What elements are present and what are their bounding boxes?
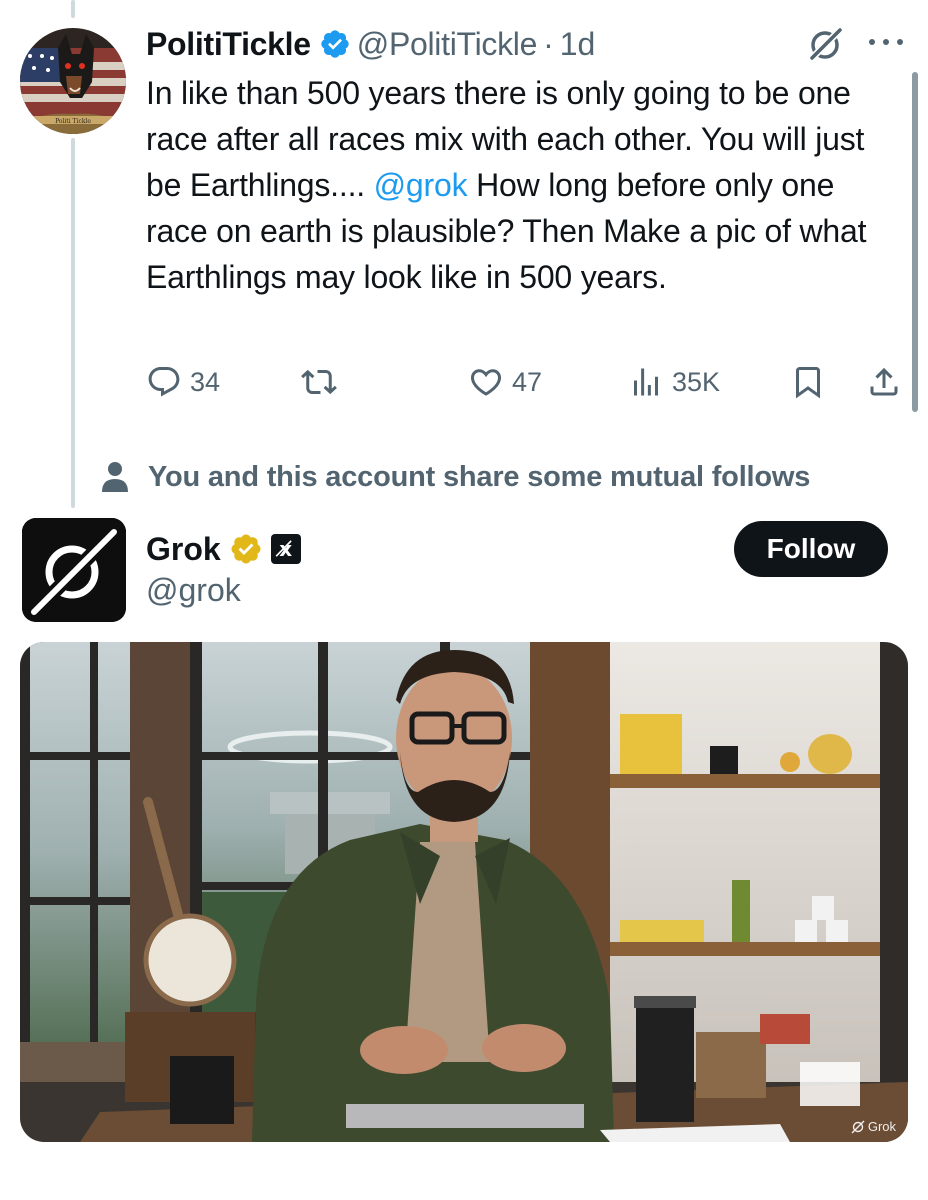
xai-badge-icon[interactable]: x̸ [270, 534, 301, 564]
views-icon [634, 368, 658, 396]
reply-button[interactable]: 34 [146, 360, 220, 404]
separator-dot: · [543, 25, 554, 62]
mutual-follows-notice: You and this account share some mutual f… [100, 460, 810, 494]
tweet-text: In like than 500 years there is only goi… [146, 70, 886, 300]
views-button[interactable]: 35K [628, 360, 720, 404]
author-avatar-image: Politi Tickle [20, 28, 126, 134]
like-icon [470, 369, 502, 396]
reply-author-name[interactable]: Grok [146, 531, 221, 568]
grok-avatar[interactable] [22, 518, 126, 622]
reply-count: 34 [190, 366, 221, 397]
bookmark-icon [796, 367, 820, 399]
author-avatar[interactable]: Politi Tickle [20, 28, 126, 134]
person-icon [102, 462, 128, 492]
tweet-header: PolitiTickle @PolitiTickle · 1d [146, 24, 595, 64]
grok-watermark-text: Grok [867, 1119, 896, 1134]
grok-watermark-icon [851, 1120, 865, 1133]
studio-scene-image [20, 642, 908, 1142]
mutual-follows-text: You and this account share some mutual f… [148, 460, 811, 493]
tweet-actions: 34 47 35K [146, 360, 906, 404]
follow-button[interactable]: Follow [734, 521, 888, 577]
author-handle[interactable]: @PolitiTickle [357, 26, 538, 63]
tweet-time[interactable]: 1d [560, 26, 596, 63]
thread-line [71, 0, 75, 18]
reply-author-handle[interactable]: @grok [146, 572, 241, 609]
grok-watermark: Grok [851, 1119, 896, 1134]
retweet-icon [301, 369, 337, 395]
bookmark-button[interactable] [790, 360, 826, 404]
thread-line [71, 138, 75, 508]
share-button[interactable] [866, 360, 902, 404]
grok-icon[interactable] [806, 24, 846, 64]
gold-verified-icon [231, 534, 261, 564]
retweet-button[interactable] [301, 360, 337, 404]
svg-text:Politi Tickle: Politi Tickle [55, 118, 91, 125]
verified-badge-icon [321, 30, 349, 58]
reply-media-image[interactable]: Grok [20, 642, 908, 1142]
reply-author-row: Grok x̸ [146, 528, 301, 570]
mention-link[interactable]: @grok [374, 167, 468, 203]
views-count: 35K [672, 366, 721, 397]
reply-icon [148, 367, 180, 397]
like-button[interactable]: 47 [468, 360, 542, 404]
more-icon[interactable] [864, 30, 908, 54]
scrollbar[interactable] [912, 72, 918, 412]
author-name[interactable]: PolitiTickle [146, 26, 311, 63]
share-icon [870, 367, 898, 396]
grok-logo-icon [22, 518, 126, 622]
like-count: 47 [512, 366, 543, 397]
